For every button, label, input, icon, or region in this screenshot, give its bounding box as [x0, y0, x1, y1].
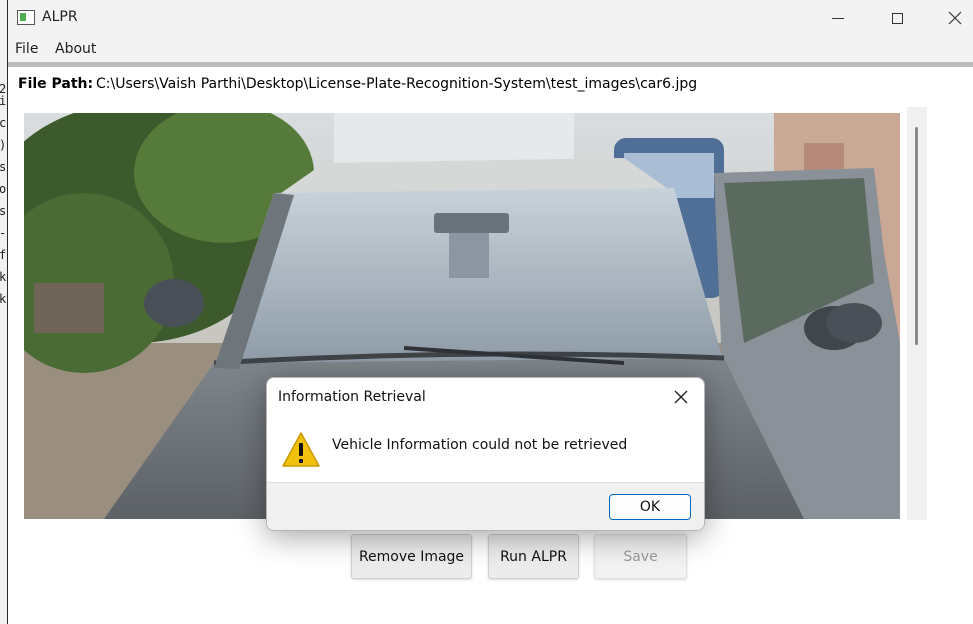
- title-bar[interactable]: ALPR: [8, 0, 973, 36]
- close-button[interactable]: [926, 0, 973, 36]
- app-window-icon: [17, 10, 35, 25]
- run-alpr-button[interactable]: Run ALPR: [488, 534, 579, 579]
- image-scrollbar[interactable]: [907, 107, 927, 520]
- information-dialog: Information Retrieval Vehicle Informatio…: [266, 377, 705, 531]
- warning-icon: [282, 432, 320, 467]
- remove-image-button[interactable]: Remove Image: [351, 534, 472, 579]
- terminal-char: s: [0, 156, 7, 178]
- main-content: File Path: C:\Users\Vaish Parthi\Desktop…: [8, 67, 973, 624]
- terminal-char: -: [0, 222, 7, 244]
- close-icon: [674, 390, 688, 404]
- terminal-char: i: [0, 90, 7, 112]
- ok-button[interactable]: OK: [609, 494, 691, 520]
- minimize-button[interactable]: [809, 0, 867, 36]
- dialog-title: Information Retrieval: [278, 389, 426, 405]
- save-button[interactable]: Save: [594, 534, 687, 579]
- terminal-char: f: [0, 244, 7, 266]
- dialog-message: Vehicle Information could not be retriev…: [332, 437, 628, 453]
- menu-about[interactable]: About: [55, 41, 96, 57]
- maximize-icon: [891, 12, 903, 24]
- terminal-char: s: [0, 200, 7, 222]
- close-icon: [948, 11, 962, 25]
- background-terminal: 2 i c ) s o s - f k k: [0, 0, 8, 624]
- terminal-char: o: [0, 178, 7, 200]
- menu-bar: [8, 36, 973, 67]
- window-title: ALPR: [42, 9, 78, 25]
- scrollbar-thumb[interactable]: [915, 127, 918, 345]
- terminal-char: k: [0, 266, 7, 288]
- minimize-icon: [832, 17, 844, 19]
- file-path-label: File Path:: [18, 76, 94, 92]
- terminal-char: k: [0, 288, 7, 310]
- dialog-body: Vehicle Information could not be retriev…: [267, 416, 704, 483]
- dialog-close-button[interactable]: [667, 386, 695, 408]
- dialog-footer: OK: [267, 482, 704, 530]
- file-path-value: C:\Users\Vaish Parthi\Desktop\License-Pl…: [96, 76, 698, 92]
- terminal-char: ): [0, 134, 7, 156]
- maximize-button[interactable]: [868, 0, 926, 36]
- menu-file[interactable]: File: [15, 41, 38, 57]
- terminal-char: c: [0, 112, 7, 134]
